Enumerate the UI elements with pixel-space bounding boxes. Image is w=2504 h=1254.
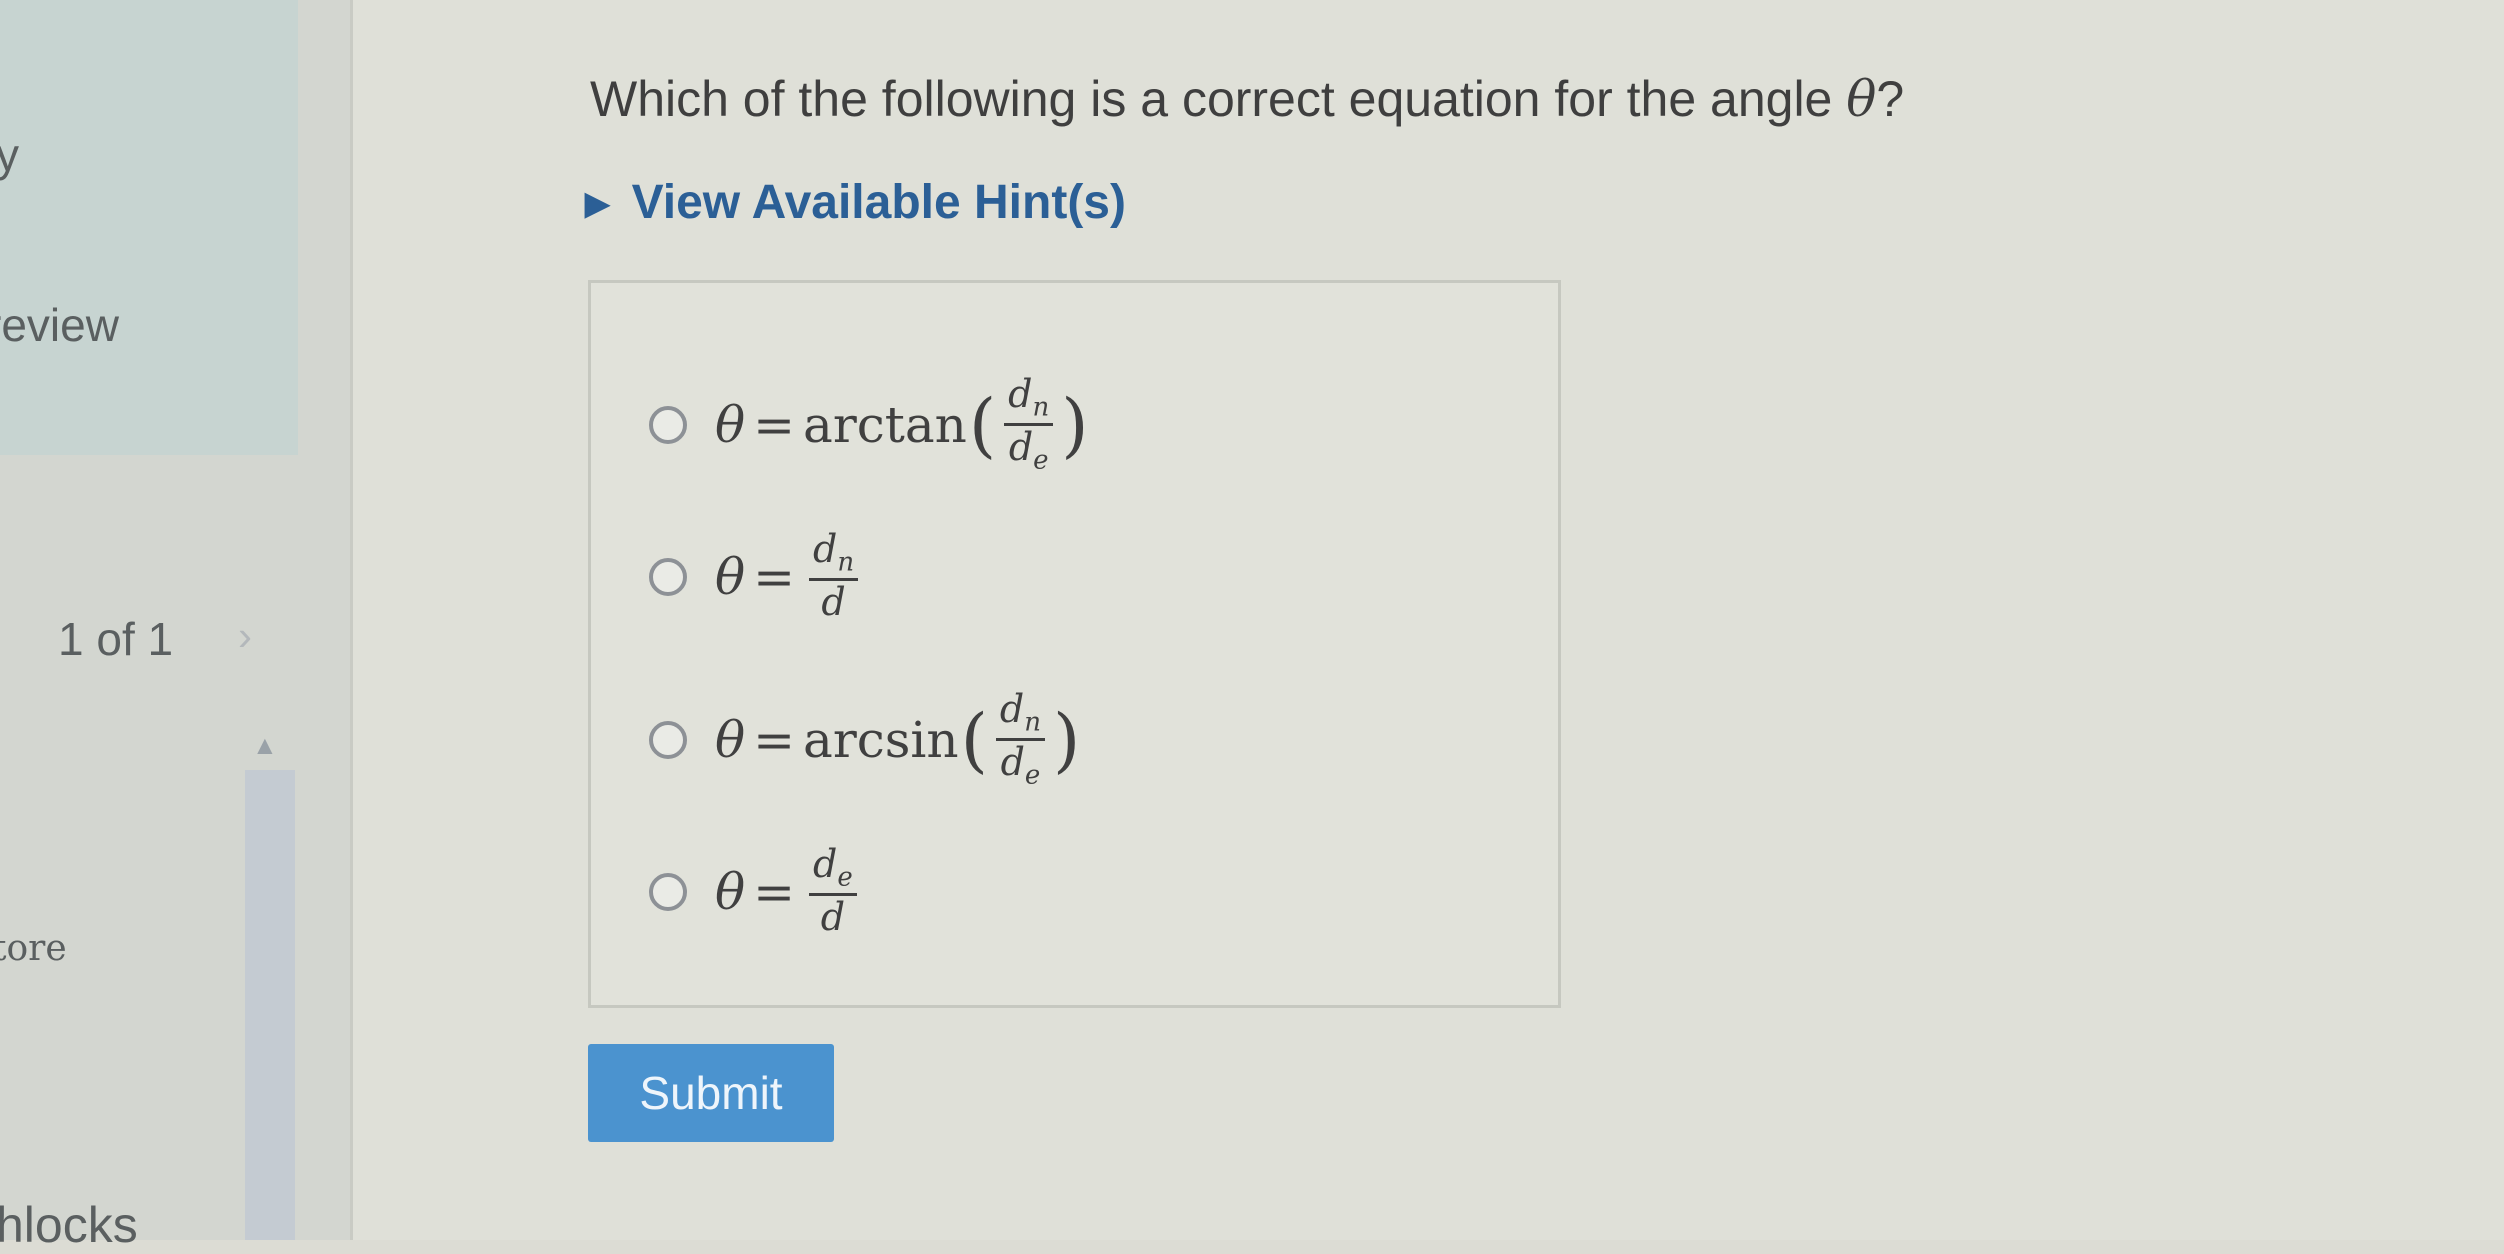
score-label: tore [0, 928, 67, 969]
sidebar: y review 1 of 1 › ▲ tore hlocks [0, 0, 350, 1253]
fraction: dn d [809, 527, 859, 625]
theta-symbol: θ [1846, 70, 1877, 128]
radio-button[interactable] [649, 557, 687, 596]
option-equation: θ = de d [715, 842, 863, 940]
question-text: Which of the following is a correct equa… [590, 70, 1905, 128]
radio-button[interactable] [649, 720, 687, 759]
fraction: dn de [1004, 372, 1054, 477]
pagination-label: 1 of 1 [58, 613, 174, 665]
review-link[interactable]: review [0, 298, 119, 352]
triangle-right-icon: ▶ [585, 184, 610, 221]
sidebar-panel [0, 0, 298, 455]
scrollbar[interactable] [245, 770, 295, 1240]
scroll-up-arrow-icon[interactable]: ▲ [252, 730, 278, 761]
option-3[interactable]: θ = arcsin ( dn de ) [649, 687, 1082, 792]
blocks-label: hlocks [0, 1197, 138, 1253]
fraction: dn de [995, 687, 1045, 792]
option-equation: θ = dn d [715, 527, 864, 625]
hint-label: View Available Hint(s) [631, 176, 1126, 229]
option-equation: θ = arcsin ( dn de ) [715, 687, 1081, 792]
fraction: de d [809, 842, 857, 940]
option-2[interactable]: θ = dn d [649, 527, 864, 625]
option-4[interactable]: θ = de d [649, 842, 863, 940]
submit-button[interactable]: Submit [588, 1044, 834, 1142]
radio-button[interactable] [649, 405, 687, 444]
answer-options: θ = arctan ( dn de ) θ = dn d θ = arcsin [588, 280, 1561, 1008]
view-hints-toggle[interactable]: ▶ View Available Hint(s) [585, 175, 1126, 230]
radio-button[interactable] [649, 872, 687, 911]
sidebar-fragment: y [0, 129, 19, 181]
option-equation: θ = arctan ( dn de ) [715, 372, 1089, 477]
option-1[interactable]: θ = arctan ( dn de ) [649, 372, 1091, 477]
next-page-chevron-icon[interactable]: › [238, 612, 252, 660]
